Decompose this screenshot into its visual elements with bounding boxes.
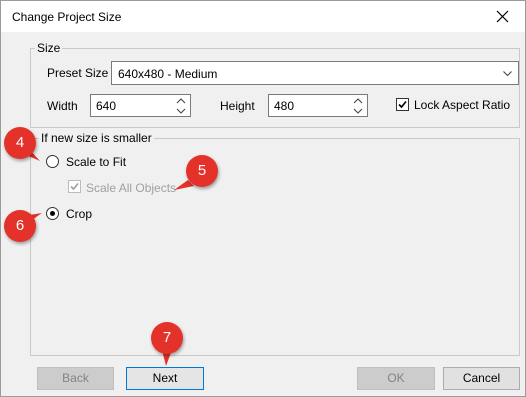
cancel-button[interactable]: Cancel — [443, 367, 520, 390]
height-label: Height — [220, 99, 255, 113]
scale-all-objects-label: Scale All Objects — [86, 181, 177, 195]
width-label: Width — [47, 99, 78, 113]
checkmark-icon — [398, 100, 407, 109]
spinner-arrows-icon[interactable] — [176, 97, 186, 115]
marker-5: 5 — [186, 155, 218, 187]
spinner-arrows-icon[interactable] — [353, 97, 363, 115]
lock-aspect-ratio-checkbox[interactable] — [396, 98, 409, 111]
next-button[interactable]: Next — [126, 367, 204, 390]
title-bar: Change Project Size — [1, 1, 525, 32]
scale-to-fit-label: Scale to Fit — [66, 155, 127, 169]
preset-size-dropdown[interactable]: 640x480 - Medium — [111, 61, 519, 85]
height-value: 480 — [274, 99, 295, 113]
marker-6: 6 — [4, 210, 36, 242]
size-group-legend: Size — [35, 41, 63, 55]
marker-7: 7 — [151, 322, 183, 354]
change-project-size-dialog: Change Project Size Size Preset Size 640… — [0, 0, 526, 397]
scale-to-fit-radio[interactable] — [46, 155, 59, 168]
preset-size-value: 640x480 - Medium — [118, 67, 218, 81]
width-value: 640 — [96, 99, 117, 113]
back-button[interactable]: Back — [37, 367, 114, 390]
preset-size-label: Preset Size — [47, 66, 109, 80]
smaller-size-group: If new size is smaller — [30, 131, 520, 356]
chevron-down-icon — [503, 71, 512, 77]
dialog-content: Size Preset Size 640x480 - Medium Width … — [9, 33, 520, 356]
window-title: Change Project Size — [12, 10, 122, 24]
crop-radio[interactable] — [46, 207, 59, 220]
crop-label: Crop — [66, 207, 93, 221]
marker-4: 4 — [4, 127, 36, 159]
ok-button[interactable]: OK — [357, 367, 435, 390]
checkmark-icon — [70, 182, 79, 191]
close-icon — [496, 10, 509, 23]
lock-aspect-ratio-label: Lock Aspect Ratio — [414, 98, 511, 112]
smaller-size-legend: If new size is smaller — [39, 131, 154, 145]
scale-all-objects-checkbox[interactable] — [68, 180, 81, 193]
height-field[interactable]: 480 — [268, 94, 368, 117]
close-button[interactable] — [483, 2, 523, 31]
width-field[interactable]: 640 — [90, 94, 191, 117]
